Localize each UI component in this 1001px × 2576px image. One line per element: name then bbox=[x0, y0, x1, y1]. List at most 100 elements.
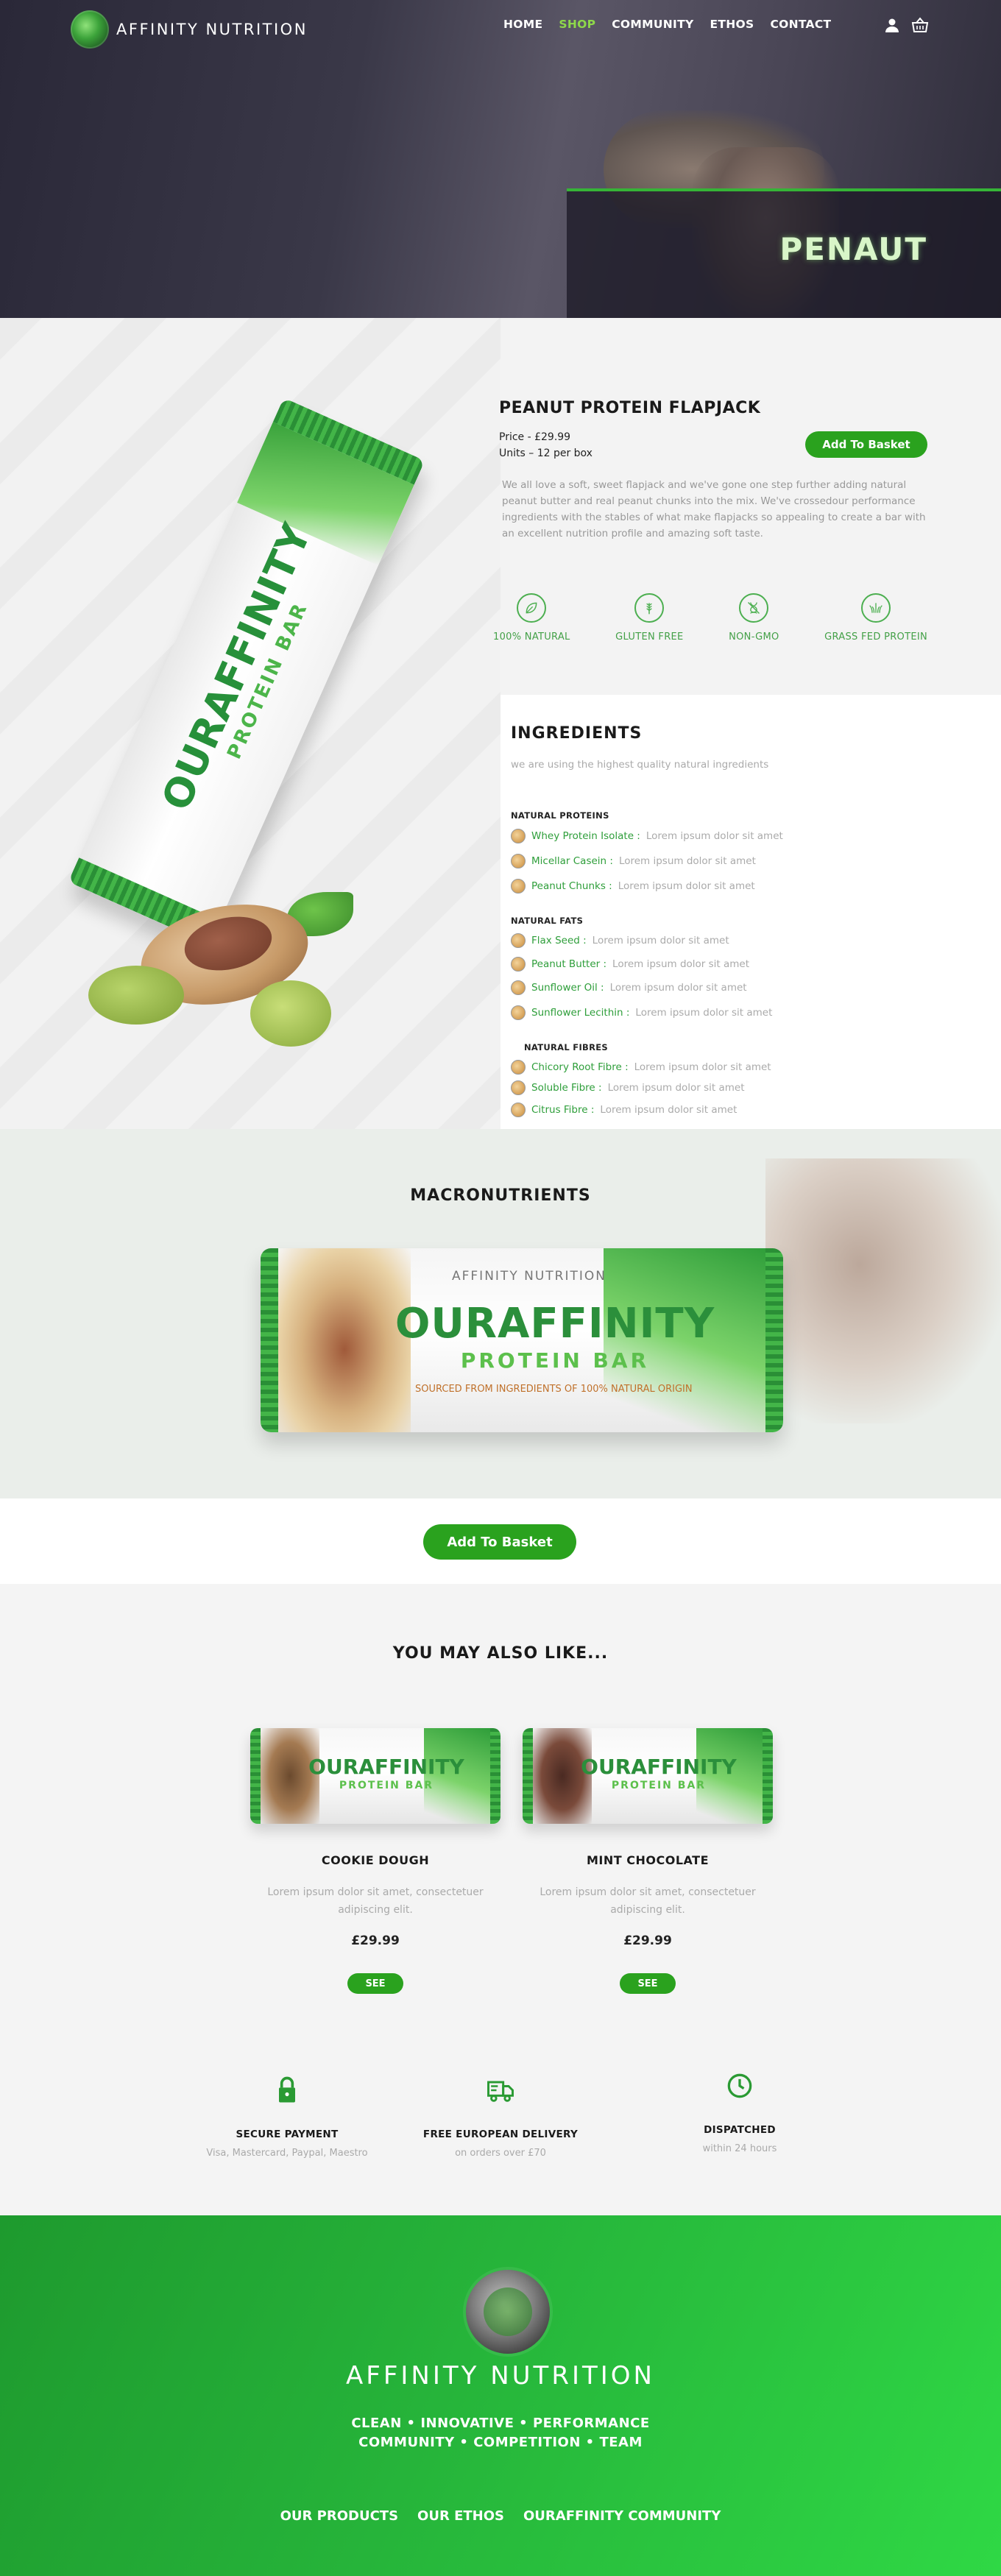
citrus-icon bbox=[511, 1103, 526, 1117]
perk-free-delivery: FREE EUROPEAN DELIVERY on orders over £7… bbox=[397, 2074, 604, 2159]
ingredient-name: Sunflower Oil : bbox=[531, 982, 604, 994]
ingredient-name: Flax Seed : bbox=[531, 935, 587, 946]
ingredient-item: Peanut Butter : Lorem ipsum dolor sit ame… bbox=[511, 957, 749, 972]
feature-label: NON-GMO bbox=[729, 631, 779, 643]
pistachio-shape bbox=[88, 966, 184, 1025]
casein-icon bbox=[511, 854, 526, 868]
peanut-pistachio-image bbox=[88, 877, 383, 1061]
see-button[interactable]: SEE bbox=[620, 1973, 676, 1994]
ingredient-desc: Lorem ipsum dolor sit amet bbox=[618, 880, 755, 892]
add-to-basket-button-secondary[interactable]: Add To Basket bbox=[423, 1524, 576, 1560]
perk-subtitle: Visa, Mastercard, Paypal, Maestro bbox=[206, 2148, 368, 2159]
related-title: YOU MAY ALSO LIKE... bbox=[392, 1644, 609, 1663]
perk-subtitle: within 24 hours bbox=[702, 2143, 777, 2154]
wrapper-crimp-left bbox=[261, 1248, 278, 1432]
ingredient-desc: Lorem ipsum dolor sit amet bbox=[592, 935, 729, 946]
product-card-cookie-dough[interactable]: OURAFFINITY PROTEIN BAR COOKIE DOUGH Lor… bbox=[243, 1728, 508, 1994]
peanut-icon bbox=[511, 879, 526, 894]
product-units: Units – 12 per box bbox=[499, 447, 593, 459]
ingredient-desc: Lorem ipsum dolor sit amet bbox=[600, 1104, 738, 1116]
logo-text: AFFINITY NUTRITION bbox=[116, 21, 308, 38]
fibre-icon bbox=[511, 1080, 526, 1095]
hero-header: AFFINITY NUTRITION HOME SHOP COMMUNITY E… bbox=[0, 0, 1001, 318]
ingredient-group-label: NATURAL FATS bbox=[511, 916, 584, 926]
ingredient-item: Citrus Fibre : Lorem ipsum dolor sit amet bbox=[511, 1103, 737, 1117]
page-title: PENAUT bbox=[779, 231, 927, 267]
product-card-desc: Lorem ipsum dolor sit amet, consectetuer… bbox=[540, 1886, 756, 1916]
ingredient-name: Chicory Root Fibre : bbox=[531, 1061, 629, 1073]
wrapper-line2: PROTEIN BAR bbox=[460, 1348, 650, 1373]
nav-shop[interactable]: SHOP bbox=[559, 18, 595, 31]
ingredient-item: Soluble Fibre : Lorem ipsum dolor sit ame… bbox=[511, 1080, 745, 1095]
dna-icon bbox=[739, 593, 769, 623]
ingredient-name: Soluble Fibre : bbox=[531, 1082, 602, 1094]
truck-icon bbox=[487, 2081, 514, 2102]
ingredients-panel: INGREDIENTS we are using the highest qua… bbox=[501, 695, 1001, 1129]
feature-gluten-free: GLUTEN FREE bbox=[615, 593, 683, 643]
nav-ethos[interactable]: ETHOS bbox=[710, 18, 754, 31]
ingredient-name: Micellar Casein : bbox=[531, 855, 613, 867]
ingredient-group-label: NATURAL PROTEINS bbox=[511, 810, 609, 821]
product-card-name[interactable]: MINT CHOCOLATE bbox=[515, 1853, 780, 1867]
feature-natural: 100% NATURAL bbox=[493, 593, 570, 643]
macronutrients-product-image: AFFINITY NUTRITION OURAFFINITY PROTEIN B… bbox=[261, 1248, 783, 1432]
wrapper-crimp-right bbox=[763, 1728, 773, 1824]
footer-tagline: COMMUNITY • COMPETITION • TEAM bbox=[358, 2435, 643, 2450]
product-card-image[interactable]: OURAFFINITY PROTEIN BAR bbox=[523, 1728, 773, 1824]
feature-label: 100% NATURAL bbox=[493, 631, 570, 643]
basket-icon[interactable] bbox=[911, 16, 929, 34]
leaf-icon bbox=[517, 593, 547, 623]
ingredient-desc: Lorem ipsum dolor sit amet bbox=[635, 1007, 773, 1019]
add-to-basket-button[interactable]: Add To Basket bbox=[805, 431, 927, 458]
logo-mark-icon bbox=[71, 10, 109, 49]
perk-title: DISPATCHED bbox=[704, 2124, 776, 2136]
sunflower-oil-icon bbox=[511, 980, 526, 995]
ingredients-subtitle: we are using the highest quality natural… bbox=[511, 759, 769, 771]
ingredient-name: Peanut Chunks : bbox=[531, 880, 612, 892]
ingredient-group-label: NATURAL FIBRES bbox=[524, 1042, 608, 1052]
ingredient-desc: Lorem ipsum dolor sit amet bbox=[618, 855, 756, 867]
perks-section: SECURE PAYMENT Visa, Mastercard, Paypal,… bbox=[0, 2073, 1001, 2214]
hero-banner: PENAUT bbox=[567, 188, 1001, 318]
whey-icon bbox=[511, 829, 526, 843]
grass-icon bbox=[861, 593, 891, 623]
product-card-name[interactable]: COOKIE DOUGH bbox=[243, 1853, 508, 1867]
footer-nav: OUR PRODUCTS OUR ETHOS OURAFFINITY COMMU… bbox=[0, 2508, 1001, 2524]
wrapper-line1: OURAFFINITY bbox=[395, 1300, 715, 1348]
footer-tagline: CLEAN • INNOVATIVE • PERFORMANCE bbox=[351, 2416, 650, 2431]
see-button[interactable]: SEE bbox=[347, 1973, 403, 1994]
footer-logo-inner bbox=[484, 2287, 532, 2336]
perk-secure-payment: SECURE PAYMENT Visa, Mastercard, Paypal,… bbox=[184, 2074, 390, 2159]
site-logo[interactable]: AFFINITY NUTRITION bbox=[71, 10, 308, 49]
nav-contact[interactable]: CONTACT bbox=[770, 18, 831, 31]
wrapper-line1: OURAFFINITY bbox=[308, 1755, 464, 1779]
nav-home[interactable]: HOME bbox=[503, 18, 542, 31]
wrapper-brand: AFFINITY NUTRITION bbox=[452, 1269, 606, 1284]
footer-link-ethos[interactable]: OUR ETHOS bbox=[417, 2508, 504, 2524]
product-card-price: £29.99 bbox=[623, 1933, 672, 1948]
ingredient-name: Citrus Fibre : bbox=[531, 1104, 595, 1116]
ingredient-name: Whey Protein Isolate : bbox=[531, 830, 640, 842]
wrapper-crimp-left bbox=[250, 1728, 261, 1824]
wrapper-crimp-right bbox=[765, 1248, 783, 1432]
ingredient-name: Sunflower Lecithin : bbox=[531, 1007, 630, 1019]
main-nav: HOME SHOP COMMUNITY ETHOS CONTACT bbox=[503, 18, 831, 31]
footer-link-community[interactable]: OURAFFINITY COMMUNITY bbox=[523, 2508, 721, 2524]
footer-link-products[interactable]: OUR PRODUCTS bbox=[280, 2508, 398, 2524]
footer-brand: AFFINITY NUTRITION bbox=[346, 2361, 655, 2391]
product-card-image[interactable]: OURAFFINITY PROTEIN BAR bbox=[250, 1728, 501, 1824]
wrapper-crimp-right bbox=[490, 1728, 501, 1824]
nav-community[interactable]: COMMUNITY bbox=[612, 18, 693, 31]
sunflower-icon bbox=[511, 1005, 526, 1020]
ingredient-item: Sunflower Lecithin : Lorem ipsum dolor si… bbox=[511, 1005, 772, 1020]
ingredient-desc: Lorem ipsum dolor sit amet bbox=[634, 1061, 771, 1073]
footer-logo-mark-icon bbox=[466, 2270, 550, 2354]
ingredients-title: INGREDIENTS bbox=[511, 724, 643, 743]
perk-subtitle: on orders over £70 bbox=[455, 2148, 546, 2159]
product-card-price: £29.99 bbox=[351, 1933, 400, 1948]
user-icon[interactable] bbox=[883, 16, 901, 34]
ingredient-item: Sunflower Oil : Lorem ipsum dolor sit ame… bbox=[511, 980, 747, 995]
product-card-mint-chocolate[interactable]: OURAFFINITY PROTEIN BAR MINT CHOCOLATE L… bbox=[515, 1728, 780, 1994]
feature-grass-fed: GRASS FED PROTEIN bbox=[824, 593, 927, 643]
site-footer: AFFINITY NUTRITION CLEAN • INNOVATIVE • … bbox=[0, 2215, 1001, 2576]
